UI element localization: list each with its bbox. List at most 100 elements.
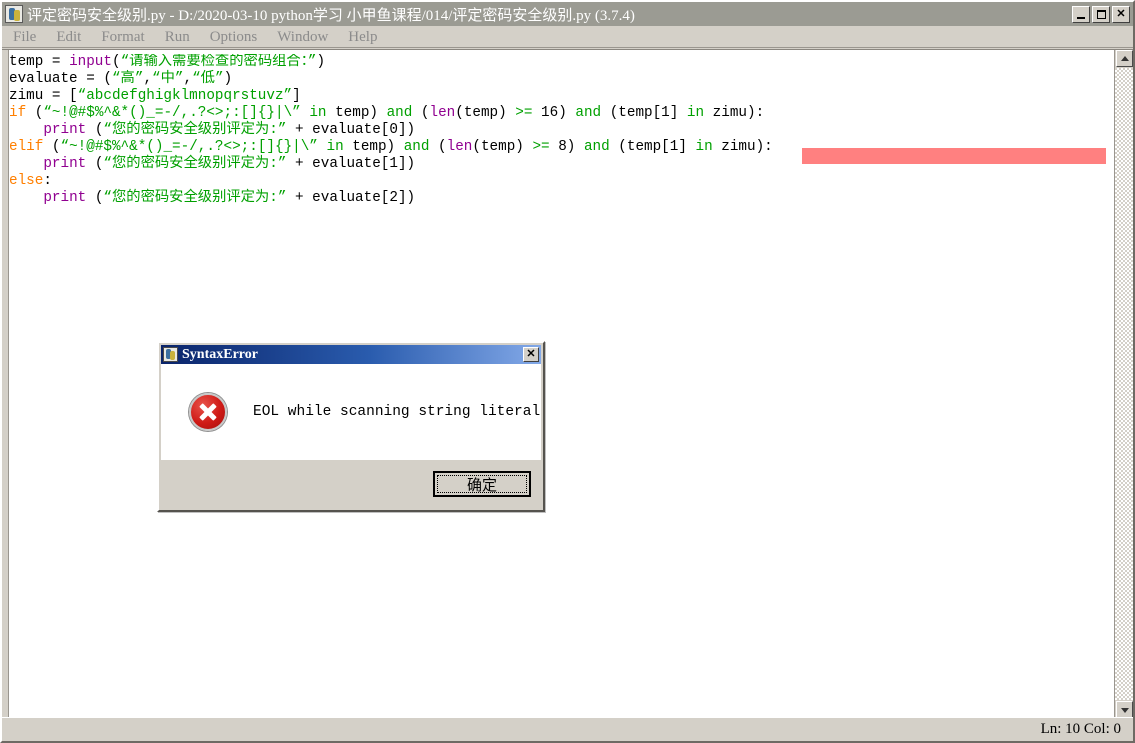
dialog-title-bar: SyntaxError ✕ [161,345,541,364]
scrollbar-track[interactable] [1115,68,1133,700]
code-token: “~!@#$%^&*()_=-/,.?<>;:[]{}|\” [43,105,301,121]
code-token: “中” [152,71,184,87]
code-token: “请输入需要检查的密码组合：” [120,54,317,70]
code-token: : [43,173,52,189]
code-token: zimu): [712,139,773,155]
menu-file[interactable]: File [4,27,45,47]
code-token: print [43,122,87,138]
code-token: print [43,190,87,206]
dialog-message: EOL while scanning string literal [253,404,541,420]
code-token: and [386,105,413,121]
code-token: ) [223,71,233,87]
code-line: print (“您的密码安全级别评定为:” + evaluate[0]) [9,122,1113,139]
code-line: elif (“~!@#$%^&*()_=-/,.?<>;:[]{}|\” in … [9,139,1113,156]
editor-gutter [2,50,9,717]
code-token: and [575,105,602,121]
code-token: , [143,71,153,87]
code-token: 8) [549,139,584,155]
menu-bar: File Edit Format Run Options Window Help [2,26,1133,48]
syntax-error-dialog: SyntaxError ✕ EOL while scanning string … [157,341,545,512]
code-line: temp = input(“请输入需要检查的密码组合：”) [9,54,1113,71]
menu-format[interactable]: Format [92,27,153,47]
code-token: “低” [192,71,224,87]
code-token: (temp[1] [609,139,696,155]
window-controls: ✕ [1072,5,1130,23]
title-bar: 评定密码安全级别.py - D:/2020-03-10 python学习 小甲鱼… [2,2,1133,26]
code-token: len [429,105,456,121]
code-token: ( [86,190,104,206]
code-token: zimu): [704,105,765,121]
code-line: if (“~!@#$%^&*()_=-/,.?<>;:[]{}|\” in te… [9,105,1113,122]
code-line: print (“您的密码安全级别评定为:” + evaluate[1]) [9,156,1113,173]
code-token: ] [292,88,301,104]
code-token: elif [9,139,44,155]
code-token: ( [86,156,104,172]
code-token: “高” [111,71,144,87]
code-line: zimu = [“abcdefghigklmnopqrstuvz”] [9,88,1113,105]
code-token: + evaluate[0]) [286,122,416,138]
code-token: , [183,71,193,87]
menu-run[interactable]: Run [156,27,199,47]
menu-options[interactable]: Options [201,27,267,47]
menu-edit[interactable]: Edit [47,27,90,47]
cursor-position: Ln: 10 Col: 0 [1040,721,1121,737]
idle-window: 评定密码安全级别.py - D:/2020-03-10 python学习 小甲鱼… [0,0,1135,743]
code-token: temp) [343,139,404,155]
code-token: and [403,139,430,155]
code-token: ( [429,139,447,155]
code-token: (temp) [455,105,516,121]
code-token: ( [412,105,430,121]
close-icon: ✕ [1116,7,1126,20]
python-icon [5,5,23,23]
maximize-button[interactable] [1092,5,1110,23]
code-token: temp) [326,105,387,121]
code-token: temp = [9,54,70,70]
error-x-icon [189,393,227,431]
dialog-footer: 确定 [161,460,541,508]
menu-window[interactable]: Window [268,27,337,47]
code-line: evaluate = (“高”,“中”,“低”) [9,71,1113,88]
code-token: ( [86,122,104,138]
vertical-scrollbar[interactable] [1114,50,1133,718]
dialog-title: SyntaxError [182,346,258,362]
code-token: in [695,139,713,155]
dialog-body: EOL while scanning string literal [161,364,541,461]
status-bar: Ln: 10 Col: 0 [2,717,1133,741]
code-token: “~!@#$%^&*()_=-/,.?<>;:[]{}|\” [60,139,318,155]
code-token: + evaluate[2]) [286,190,416,206]
code-token: “您的密码安全级别评定为:” [103,156,287,172]
code-token: else [9,173,44,189]
code-token: (temp) [472,139,533,155]
code-token: len [446,139,473,155]
minimize-button[interactable] [1072,5,1090,23]
code-token: 16) [532,105,576,121]
ok-button-label: 确定 [466,477,497,494]
code-token: ( [111,54,121,70]
python-icon [163,347,178,362]
code-line: else: [9,173,1113,190]
code-token: >= [532,139,550,155]
window-title: 评定密码安全级别.py - D:/2020-03-10 python学习 小甲鱼… [27,7,635,24]
code-token: in [326,139,344,155]
code-token: evaluate = ( [9,71,112,87]
code-line: print (“您的密码安全级别评定为:” + evaluate[2]) [9,190,1113,207]
menu-help[interactable]: Help [339,27,386,47]
code-token: + evaluate[1]) [286,156,416,172]
code-token: “您的密码安全级别评定为:” [103,190,287,206]
code-token: in [309,105,327,121]
scroll-up-button[interactable] [1116,50,1133,67]
code-token: (temp[1] [601,105,687,121]
ok-button[interactable]: 确定 [433,471,531,497]
code-token: if [9,105,27,121]
code-token: ( [26,105,44,121]
code-token: in [686,105,705,121]
dialog-close-button[interactable]: ✕ [523,347,539,362]
close-button[interactable]: ✕ [1112,5,1130,23]
code-token: “您的密码安全级别评定为:” [103,122,287,138]
close-icon: ✕ [526,348,536,360]
scroll-down-button[interactable] [1116,701,1133,718]
code-token: ( [43,139,61,155]
